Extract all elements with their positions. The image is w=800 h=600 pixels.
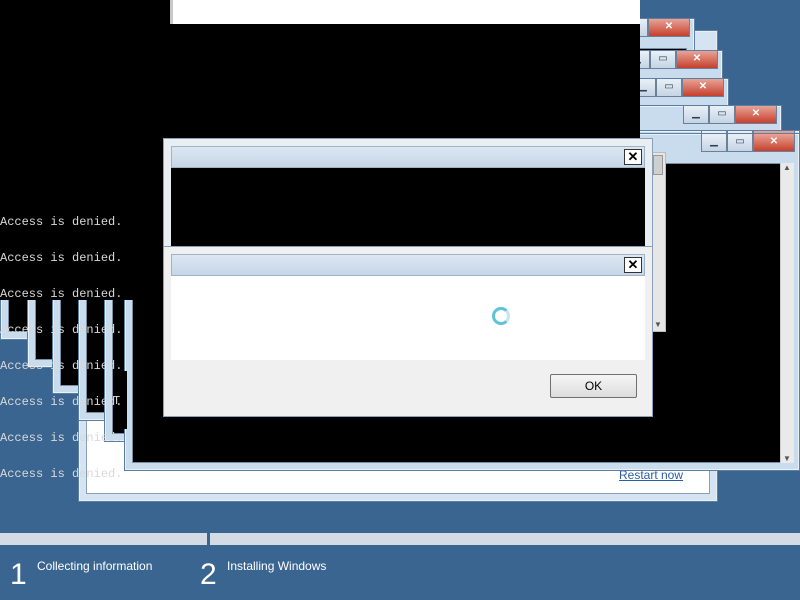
progress-segment-collecting — [0, 533, 207, 545]
console-window-top — [170, 0, 640, 24]
scroll-down-arrow-icon[interactable]: ▼ — [654, 320, 662, 329]
maximize-icon[interactable]: ▭ — [727, 134, 753, 152]
console-line: Access is denied. — [0, 323, 123, 337]
step-label: Collecting information — [37, 559, 153, 573]
console-output: Access is denied. Access is denied. Acce… — [0, 192, 165, 492]
progress-segment-installing — [210, 533, 800, 545]
minimize-icon[interactable]: ▁ — [701, 134, 727, 152]
console-line: Access is denied. — [0, 215, 123, 229]
console-line: Access is denied. — [0, 395, 123, 409]
dialog-front: ✕ OK — [163, 246, 653, 417]
console-line: Access is denied. — [0, 467, 123, 481]
console-line: Access is denied. — [0, 251, 123, 265]
close-icon[interactable]: ✕ — [735, 106, 777, 124]
close-icon[interactable]: ✕ — [624, 257, 642, 273]
scroll-up-arrow-icon[interactable]: ▲ — [783, 163, 791, 172]
vertical-scrollbar[interactable]: ▲ ▼ — [780, 163, 794, 463]
close-icon[interactable]: ✕ — [676, 51, 718, 69]
console-line: Access is denied. — [0, 431, 123, 445]
close-icon[interactable]: ✕ — [753, 134, 795, 152]
step-number: 1 — [10, 558, 27, 591]
console-line: Access is denied. — [0, 287, 123, 301]
console-line: Access is denied. — [0, 359, 123, 373]
busy-spinner-icon — [492, 307, 510, 325]
close-icon[interactable]: ✕ — [682, 79, 724, 97]
dialog-back-titlebar: ✕ — [171, 146, 645, 168]
maximize-icon[interactable]: ▭ — [656, 79, 682, 97]
step-label: Installing Windows — [227, 559, 327, 573]
close-icon[interactable]: ✕ — [624, 149, 642, 165]
minimize-icon[interactable]: ▁ — [683, 106, 709, 124]
ok-button[interactable]: OK — [550, 374, 637, 398]
scroll-down-arrow-icon[interactable]: ▼ — [783, 454, 791, 463]
dialog-front-titlebar: ✕ — [171, 254, 645, 276]
dialog-content — [171, 276, 645, 360]
maximize-icon[interactable]: ▭ — [650, 51, 676, 69]
close-icon[interactable]: ✕ — [648, 19, 690, 37]
dialog-back: ✕ — [163, 138, 653, 248]
console-overlay-wide — [0, 24, 640, 138]
step-number: 2 — [200, 558, 217, 591]
scroll-thumb[interactable] — [653, 155, 663, 175]
maximize-icon[interactable]: ▭ — [709, 106, 735, 124]
dialog-back-body — [171, 168, 645, 247]
